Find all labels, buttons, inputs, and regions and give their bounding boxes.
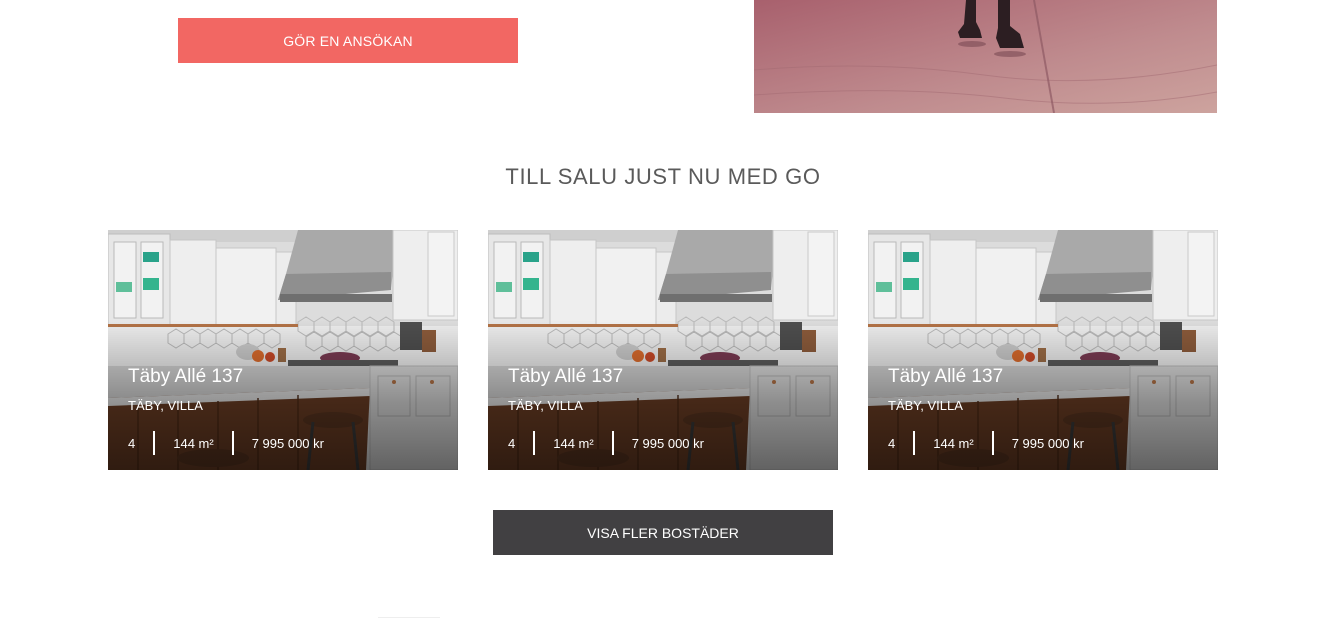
- listing-price: 7 995 000 kr: [1011, 435, 1084, 451]
- listing-address: Täby Allé 137: [888, 366, 1004, 387]
- listing-area: 144 m²: [933, 435, 974, 451]
- listing-facts: 4 144 m² 7 995 000 kr: [128, 431, 324, 455]
- listing-card[interactable]: Täby Allé 137 TÄBY, VILLA 4 144 m² 7 995…: [868, 230, 1218, 470]
- divider: [378, 617, 440, 618]
- listing-location: TÄBY, VILLA: [128, 398, 203, 413]
- listing-area: 144 m²: [553, 435, 594, 451]
- listing-address: Täby Allé 137: [128, 366, 244, 387]
- listing-location: TÄBY, VILLA: [508, 398, 583, 413]
- show-more-listings-button[interactable]: VISA FLER BOSTÄDER: [493, 510, 833, 555]
- hero-photo: [754, 0, 1217, 113]
- apply-button[interactable]: GÖR EN ANSÖKAN: [178, 18, 518, 63]
- divider: [231, 431, 234, 455]
- listing-address: Täby Allé 137: [508, 366, 624, 387]
- section-title: TILL SALU JUST NU MED GO: [505, 164, 821, 189]
- listing-facts: 4 144 m² 7 995 000 kr: [888, 431, 1084, 455]
- divider: [153, 431, 156, 455]
- listing-rooms: 4: [508, 435, 516, 451]
- listing-card[interactable]: Täby Allé 137 TÄBY, VILLA 4 144 m² 7 995…: [108, 230, 458, 470]
- divider: [991, 431, 994, 455]
- listing-rooms: 4: [888, 435, 896, 451]
- divider: [913, 431, 916, 455]
- listing-card[interactable]: Täby Allé 137 TÄBY, VILLA 4 144 m² 7 995…: [488, 230, 838, 470]
- listing-area: 144 m²: [173, 435, 214, 451]
- listing-rooms: 4: [128, 435, 136, 451]
- listing-location: TÄBY, VILLA: [888, 398, 963, 413]
- listing-price: 7 995 000 kr: [251, 435, 324, 451]
- divider: [611, 431, 614, 455]
- listing-facts: 4 144 m² 7 995 000 kr: [508, 431, 704, 455]
- listing-price: 7 995 000 kr: [631, 435, 704, 451]
- divider: [533, 431, 536, 455]
